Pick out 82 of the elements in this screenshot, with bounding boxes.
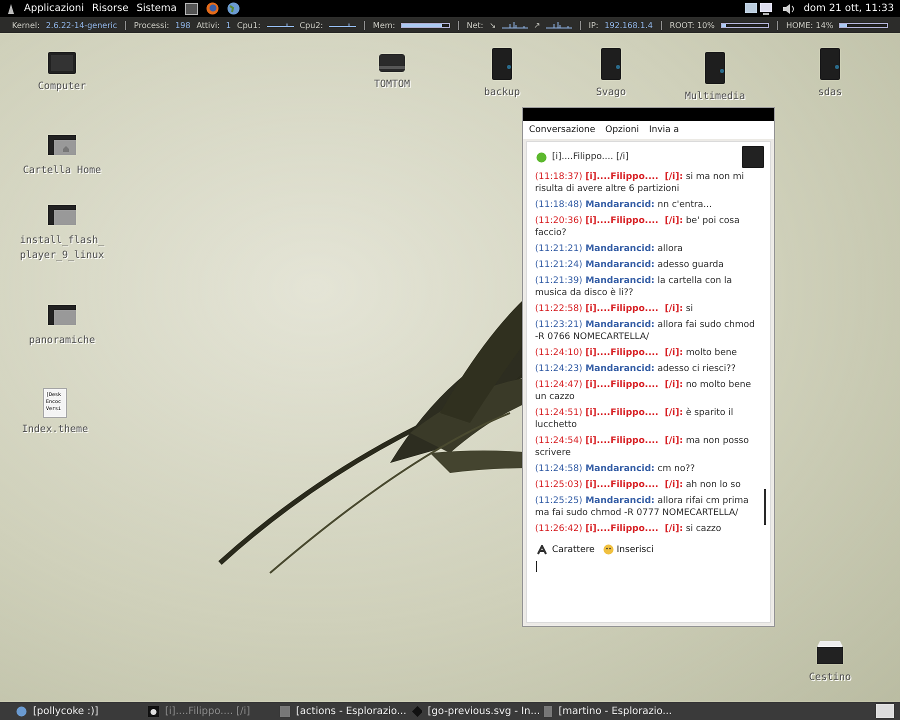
trash-icon: [815, 638, 845, 666]
taskbar-item[interactable]: [martino - Esplorazio...: [544, 706, 672, 716]
panel-menu[interactable]: Applicazioni: [24, 3, 84, 14]
chat-message: (11:20:36) [i]....Filippo.... [/i]: be' poi cosa faccio?: [535, 215, 741, 239]
file-manager-icon: [280, 706, 290, 716]
panel-menu[interactable]: Risorse: [92, 3, 129, 14]
monitor-label: Processi:: [134, 20, 170, 30]
scrollbar-thumb[interactable]: [764, 489, 766, 525]
volume-icon[interactable]: [782, 2, 796, 14]
chat-message: (11:24:47) [i]....Filippo.... [/i]: no molto bene un cazzo: [535, 379, 752, 403]
chat-message: (11:23:21) Mandarancid: allora fai sudo chmod -R 0766 NOMECARTELLA/: [535, 319, 756, 343]
monitor-value: 198: [175, 20, 190, 30]
monitor-label: Net:: [466, 20, 484, 30]
insert-button[interactable]: Inserisci: [600, 544, 656, 555]
monitor-label: Kernel:: [12, 20, 40, 30]
globe-icon: [16, 706, 27, 716]
panel-menu[interactable]: Sistema: [136, 3, 177, 14]
monitor-label: HOME: 14%: [786, 20, 834, 30]
monitor-label: IP:: [588, 20, 598, 30]
usage-bar: [720, 22, 770, 28]
chat-message: (11:24:10) [i]....Filippo.... [/i]: molto bene: [535, 347, 738, 359]
desktop-icon-label[interactable]: panoramiche: [10, 333, 114, 348]
chat-message: (11:25:25) Mandarancid: allora rifai cm prima ma fai sudo chmod -R 0777 NOMECARTELLA/: [535, 495, 750, 519]
monitor-value: 1: [226, 20, 232, 30]
taskbar-item[interactable]: [go-previous.svg - In...: [412, 706, 540, 716]
diamond-icon: [412, 706, 422, 716]
chat-message: (11:24:54) [i]....Filippo.... [/i]: ma non posso scrivere: [535, 435, 750, 459]
clock[interactable]: dom 21 ott, 11:33: [804, 3, 894, 14]
chat-message: (11:21:39) Mandarancid: la cartella con la musica da disco è li??: [535, 275, 734, 299]
network-graph-icon: [502, 21, 528, 29]
desktop-icon-label[interactable]: Cartella Home: [22, 163, 102, 178]
taskbar-item[interactable]: [pollycoke :)]: [16, 706, 144, 716]
font-icon: [537, 544, 549, 554]
monitor-value: 192.168.1.4: [604, 20, 653, 30]
monitor-label: Attivi:: [196, 20, 220, 30]
menu-item[interactable]: Conversazione: [529, 125, 596, 135]
network-icon[interactable]: [744, 2, 774, 16]
usage-bar: [401, 22, 450, 28]
chat-message: (11:22:58) [i]....Filippo.... [/i]: si: [535, 303, 694, 315]
desktop-icon-label[interactable]: Svago: [596, 85, 626, 100]
terminal-icon[interactable]: [184, 2, 198, 14]
monitor-value: 2.6.22-14-generic: [46, 20, 118, 30]
desktop-icon-label[interactable]: install_flash_ player_9_linux: [10, 233, 114, 263]
chat-message: (11:24:58) Mandarancid: cm no??: [535, 463, 696, 475]
monitor-label: Cpu1:: [237, 20, 261, 30]
desktop-icon-label[interactable]: Multimedia: [684, 89, 746, 104]
avatar-placeholder: [742, 146, 764, 168]
desktop-icon-label[interactable]: Cestino: [808, 670, 852, 685]
workspace-switcher[interactable]: [876, 704, 894, 718]
usage-bar: [839, 22, 888, 28]
menu-item[interactable]: Opzioni: [605, 125, 639, 135]
chat-message: (11:21:21) Mandarancid: allora: [535, 243, 684, 255]
chat-message: (11:18:37) [i]....Filippo.... [/i]: si ma non mi risulta di avere altre 6 partizioni: [535, 171, 746, 195]
monitor-label: ROOT: 10%: [670, 20, 715, 30]
file-manager-icon: [544, 706, 552, 716]
desktop-icon-label[interactable]: Computer: [38, 79, 86, 94]
chat-message: (11:24:51) [i]....Filippo.... [/i]: è sparito il lucchetto: [535, 407, 734, 431]
chat-message: (11:18:48) Mandarancid: nn c'entra...: [535, 199, 713, 211]
chat-message: (11:24:23) Mandarancid: adesso ci riesci??: [535, 363, 737, 375]
arrow-glyph: ↗: [534, 20, 540, 30]
globe-icon[interactable]: [226, 2, 240, 15]
chat-message: (11:21:24) Mandarancid: adesso guarda: [535, 259, 725, 271]
smiley-icon: [602, 544, 614, 555]
monitor-label: Mem:: [372, 20, 396, 30]
cpu-graph-icon: [266, 23, 294, 27]
avatar-icon: [148, 706, 159, 716]
desktop-icon-label[interactable]: Index.theme: [22, 422, 88, 437]
monitor-icon: [47, 51, 77, 75]
desktop-icon-label[interactable]: TOMTOM: [374, 77, 410, 92]
desktop-icon-label[interactable]: sdas: [818, 85, 842, 100]
chat-message: (11:25:03) [i]....Filippo.... [/i]: ah non lo so: [535, 479, 742, 491]
chat-message: (11:26:42) [i]....Filippo.... [/i]: si cazzo: [535, 523, 722, 535]
arrow-glyph: ↘: [489, 20, 496, 30]
cpu-graph-icon: [329, 23, 356, 27]
drive-icon: [377, 51, 407, 73]
font-button[interactable]: Carattere: [535, 544, 597, 554]
network-graph-icon: [546, 21, 572, 29]
menu-item[interactable]: Invia a: [648, 125, 680, 135]
monitor-label: Cpu2:: [300, 20, 324, 30]
taskbar-item[interactable]: [actions - Esplorazio...: [280, 706, 408, 716]
desktop-icon-label[interactable]: backup: [484, 85, 520, 100]
buddy-name: [i]....Filippo.... [/i]: [552, 152, 630, 162]
